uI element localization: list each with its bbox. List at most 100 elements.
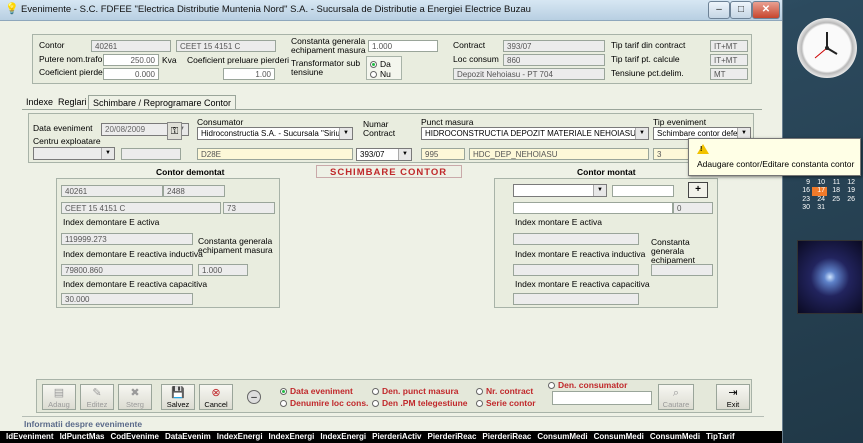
cancel-button[interactable]: ⊗ Cancel <box>199 384 233 410</box>
constanta-field[interactable]: 1.000 <box>368 40 438 52</box>
tip-eveniment-label: Tip eveniment <box>653 117 707 127</box>
radio-dot <box>370 70 377 78</box>
calendar-day: 19 <box>847 187 855 194</box>
edit-icon: ✎ <box>92 387 102 399</box>
close-button[interactable]: ✕ <box>752 1 780 19</box>
application-window: 💡 Evenimente - S.C. FDFEE "Electrica Dis… <box>0 0 783 443</box>
grid-column-header[interactable]: IndexEnergi <box>320 432 366 441</box>
radio-nr-contract[interactable]: Nr. contract <box>476 386 533 396</box>
putere-field[interactable]: 250.00 <box>103 54 159 66</box>
grid-column-header[interactable]: IdEveniment <box>6 432 54 441</box>
calendar-day: 17 <box>812 187 827 196</box>
radio-dot <box>372 399 379 407</box>
radio-den-consumator[interactable]: Den. consumator <box>548 380 627 390</box>
cautare-button[interactable]: ⌕ Cautare <box>658 384 694 410</box>
search-input[interactable] <box>552 391 652 405</box>
tab-divider <box>22 109 762 110</box>
editez-button[interactable]: ✎ Editez <box>80 384 114 410</box>
grid-column-header[interactable]: DataEvenim <box>165 432 211 441</box>
tooltip: ! Adaugare contor/Editare constanta cont… <box>688 138 861 176</box>
idx-activa-montare-field[interactable] <box>513 233 639 245</box>
grid-column-header[interactable]: IndexEnergi <box>269 432 315 441</box>
calendar-day: 24 <box>817 195 825 203</box>
calendar-day: 10 <box>817 178 825 186</box>
calendar-day <box>827 204 842 213</box>
tab-reglari[interactable]: Reglari <box>54 95 91 109</box>
radio-dot <box>548 381 555 389</box>
centru-exploatare-dropdown[interactable]: ▼ <box>33 147 115 160</box>
centru-exploatare-code <box>121 148 181 160</box>
contor-montat-title: Contor montat <box>577 167 636 177</box>
grid-column-header[interactable]: ConsumMedi <box>650 432 700 441</box>
montat-serie-dropdown[interactable]: ▼ <box>513 184 607 197</box>
punct-masura-dropdown[interactable]: HIDROCONSTRUCTIA DEPOZIT MATERIALE NEHOI… <box>421 127 649 140</box>
minimize-button[interactable]: – <box>708 1 730 19</box>
delete-icon: ✖ <box>130 387 140 399</box>
exit-label: Exit <box>726 400 740 409</box>
maximize-button[interactable]: □ <box>730 1 752 19</box>
cautare-label: Cautare <box>662 400 690 409</box>
minus-button[interactable]: – <box>247 390 261 404</box>
idx-inductiva-montare-field[interactable] <box>513 264 639 276</box>
salvez-button[interactable]: 💾 Salvez <box>161 384 195 410</box>
punct-masura-value: HIDROCONSTRUCTIA DEPOZIT MATERIALE NEHOI… <box>425 129 649 138</box>
sterg-button[interactable]: ✖ Sterg <box>118 384 152 410</box>
add-contor-button[interactable]: + <box>688 182 708 198</box>
coef-preluare-field[interactable]: 1.00 <box>223 68 275 80</box>
radio-data-eveniment[interactable]: Data eveniment <box>280 386 353 396</box>
tab-indexe[interactable]: Indexe <box>22 95 57 109</box>
contor-field: 40261 <box>91 40 171 52</box>
demontat-serie-field: 40261 <box>61 185 163 197</box>
idx-capacitiva-montare-field[interactable] <box>513 293 639 305</box>
montat-cod-field[interactable] <box>612 185 674 197</box>
punct-masura-label: Punct masura <box>421 117 474 127</box>
grid-column-header[interactable]: ConsumMedi <box>537 432 587 441</box>
grid-column-header[interactable]: CodEvenime <box>110 432 158 441</box>
grid-column-header[interactable]: PierderiReac <box>428 432 477 441</box>
calendar-day: 11 <box>832 178 840 186</box>
montat-tip-field[interactable] <box>513 202 673 214</box>
grid-column-header[interactable]: IndexEnergi <box>217 432 263 441</box>
idx-activa-demontare-label: Index demontare E activa <box>63 217 160 227</box>
demontat-cod-field: 2488 <box>163 185 225 197</box>
key-button[interactable]: ⚿ <box>167 122 182 140</box>
tab-schimbare-contor[interactable]: Schimbare / Reprogramare Contor <box>88 95 237 109</box>
adaug-button[interactable]: ▤ Adaug <box>42 384 76 410</box>
consumator-dropdown[interactable]: Hidroconstructia S.A. - Sucursala "Siriu… <box>197 127 353 140</box>
calendar-day: 23 <box>802 195 810 203</box>
transformator-radio-group: Da Nu <box>366 56 402 80</box>
loc-consum-label: Loc consum <box>453 54 499 64</box>
radio-den-pm-teleg[interactable]: Den .PM telegestiune <box>372 398 468 408</box>
constanta-montare-field[interactable] <box>651 264 713 276</box>
coef-pierderi-label: Coeficient pierderi <box>39 67 108 77</box>
radio-nr-contract-label: Nr. contract <box>486 386 534 396</box>
grid-column-header[interactable]: PierderiActiv <box>372 432 421 441</box>
coef-pierderi-field[interactable]: 0.000 <box>103 68 159 80</box>
title-bar[interactable]: 💡 Evenimente - S.C. FDFEE "Electrica Dis… <box>0 0 782 21</box>
calendar-day: 25 <box>832 195 840 203</box>
grid-column-header[interactable]: PierderiReac <box>482 432 531 441</box>
radio-nu[interactable]: Nu <box>370 69 391 79</box>
grid-column-header[interactable]: ConsumMedi <box>594 432 644 441</box>
numar-contract-dropdown[interactable]: 393/07 ▼ <box>356 148 412 161</box>
idx-capacitiva-demontare-field: 30.000 <box>61 293 193 305</box>
grid-column-header[interactable]: IdPunctMas <box>60 432 105 441</box>
grid-column-header[interactable]: TipTarif <box>706 432 735 441</box>
contor-demontat-panel: 40261 2488 CEET 15 4151 C 73 Index demon… <box>56 178 280 308</box>
schimbare-title-frame <box>316 165 462 178</box>
radio-den-punct[interactable]: Den. punct masura <box>372 386 459 396</box>
sterg-label: Sterg <box>126 400 144 409</box>
centru-exploatare-label: Centru exploatare <box>33 136 101 146</box>
calendar-day: 12 <box>847 178 855 186</box>
contor-demontat-title: Contor demontat <box>156 167 225 177</box>
exit-button[interactable]: ⇥ Exit <box>716 384 750 410</box>
calendar-day: 9 <box>806 178 810 186</box>
consumator-code-field: D28E <box>197 148 353 160</box>
contract-field: 393/07 <box>503 40 605 52</box>
radio-serie-contor[interactable]: Serie contor <box>476 398 536 408</box>
radio-denumire-loc[interactable]: Denumire loc cons. <box>280 398 368 408</box>
radio-serie-contor-label: Serie contor <box>486 398 536 408</box>
radio-dot <box>370 60 377 68</box>
radio-da[interactable]: Da <box>370 59 391 69</box>
tip-tarif-calcule-label: Tip tarif pt. calcule <box>611 54 680 64</box>
